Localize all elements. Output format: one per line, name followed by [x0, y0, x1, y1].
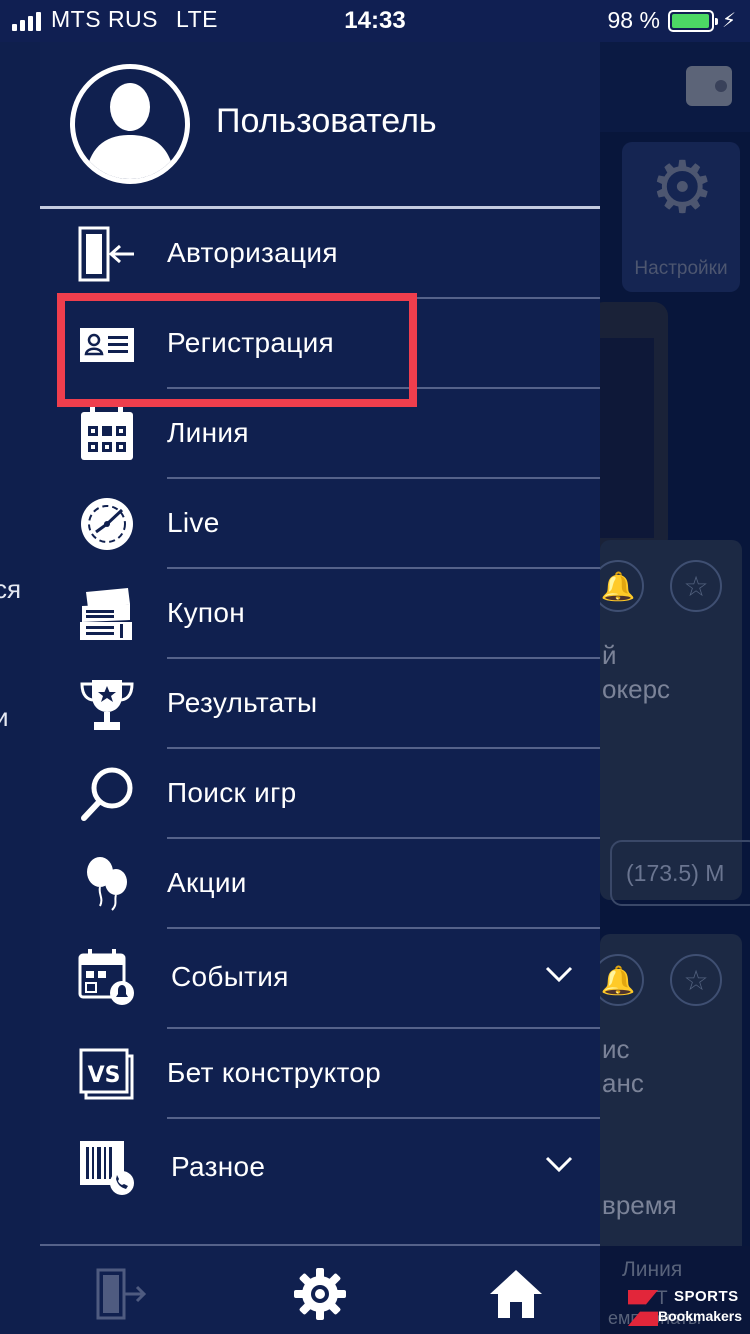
magnifier-icon: [81, 767, 133, 821]
menu-item-live[interactable]: Live: [40, 479, 600, 569]
chevron-down-icon[interactable]: [544, 1153, 574, 1175]
logo-text: Bookmakers: [658, 1308, 743, 1324]
star-icon: ☆: [670, 560, 722, 612]
menu-item-label: События: [171, 961, 289, 992]
menu-item-label: Линия: [167, 417, 249, 448]
background-settings-label: Настройки: [634, 258, 728, 279]
menu-item-promos[interactable]: Акции: [40, 839, 600, 929]
home-icon[interactable]: [488, 1266, 544, 1322]
settings-gear-icon[interactable]: [292, 1266, 348, 1322]
tickets-icon: [80, 588, 132, 640]
chevron-down-icon[interactable]: [544, 963, 574, 985]
background-text-fragment: и: [0, 702, 9, 732]
user-silhouette-icon: [85, 83, 175, 179]
login-icon[interactable]: [92, 1266, 148, 1322]
user-name: Пользователь: [216, 102, 437, 140]
menu-item-results[interactable]: Результаты: [40, 659, 600, 749]
calendar-bell-icon: [78, 949, 134, 1005]
background-card-text: анс: [602, 1068, 644, 1098]
bell-icon: 🔔: [600, 954, 644, 1006]
login-door-icon: [78, 226, 134, 282]
user-profile-header[interactable]: Пользователь: [40, 42, 600, 208]
background-card-text: й: [602, 640, 617, 670]
background-event-card: 🔔 ☆ й окерс (173.5) М: [600, 540, 750, 906]
background-header: [600, 42, 750, 132]
sports-bookmakers-logo: SPORTS Bookmakers: [628, 1286, 744, 1332]
bell-icon: 🔔: [600, 560, 644, 612]
background-app: ⚙ Настройки 🔔 ☆ й окерс (173.5) М 🔔 ☆ ис…: [600, 42, 750, 1334]
menu-item-label: Бет конструктор: [167, 1057, 382, 1088]
menu-item-label: Live: [167, 507, 220, 538]
menu-item-search[interactable]: Поиск игр: [40, 749, 600, 839]
versus-icon: VS: [79, 1048, 134, 1100]
menu-item-events[interactable]: События: [40, 929, 600, 1029]
svg-text:VS: VS: [88, 1063, 121, 1088]
background-event-card: 🔔 ☆ ис анс время: [600, 934, 742, 1284]
background-odds-pill: (173.5) М: [610, 840, 750, 906]
drawer-footer: [40, 1244, 600, 1334]
menu-item-label: Поиск игр: [167, 777, 297, 808]
live-clock-icon: [81, 498, 133, 550]
battery-percent: 98 %: [607, 7, 660, 33]
battery-icon: [667, 9, 718, 32]
background-settings-tile: ⚙ Настройки: [622, 142, 740, 292]
star-icon: ☆: [670, 954, 722, 1006]
menu-item-auth[interactable]: Авторизация: [40, 209, 600, 299]
background-tab-label: Линия: [622, 1258, 683, 1281]
phone-promo-image: [600, 302, 668, 552]
balloons-icon: [87, 857, 127, 911]
charging-icon: ⚡: [721, 10, 736, 32]
background-card-text: ис: [602, 1034, 630, 1064]
menu-item-label: Акции: [167, 867, 247, 898]
status-bar: MTS RUS LTE 14:33 98 % ⚡: [0, 0, 750, 42]
trophy-icon: [80, 680, 134, 730]
gear-icon: ⚙: [650, 148, 715, 228]
menu-item-label: Авторизация: [167, 237, 338, 268]
menu-item-misc[interactable]: Разное: [40, 1119, 600, 1219]
background-card-text: окерс: [602, 674, 671, 704]
avatar[interactable]: [70, 64, 190, 184]
background-app-left-edge: ся и: [0, 42, 40, 1334]
menu-item-label: Разное: [171, 1151, 266, 1182]
registration-highlight-frame: [57, 293, 417, 407]
calendar-grid-icon: [81, 406, 133, 460]
barcode-phone-icon: [80, 1141, 134, 1195]
menu-item-bet-constructor[interactable]: VS Бет конструктор: [40, 1029, 600, 1119]
background-card-text: время: [602, 1190, 677, 1220]
background-text-fragment: ся: [0, 574, 22, 604]
logo-text: SPORTS: [674, 1288, 739, 1305]
menu-item-label: Результаты: [167, 687, 318, 718]
menu-item-coupon[interactable]: Купон: [40, 569, 600, 659]
navigation-drawer: Пользователь Авторизация Регистрация Лин…: [40, 42, 600, 1334]
menu-item-label: Купон: [167, 597, 246, 628]
wallet-icon: [686, 66, 732, 106]
